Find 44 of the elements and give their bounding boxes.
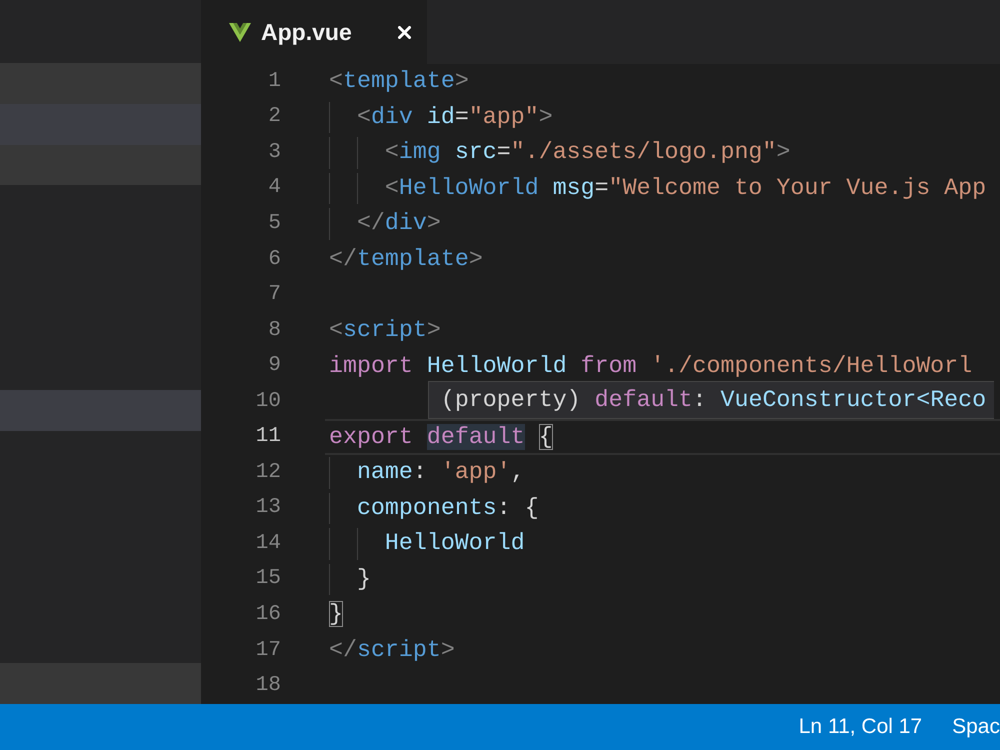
code-line: </div> [356, 209, 441, 238]
sidebar-row[interactable] [0, 144, 201, 186]
line-number: 12 [256, 460, 281, 486]
line-number: 16 [256, 602, 281, 628]
line-number: 15 [256, 566, 281, 592]
code-line: components: { [356, 494, 539, 523]
sidebar-row[interactable] [0, 663, 201, 704]
line-number: 17 [256, 638, 281, 664]
code-line: name: 'app', [356, 458, 525, 488]
close-icon[interactable] [398, 26, 411, 38]
cursor-position[interactable]: Ln 11, Col 17 [798, 711, 922, 743]
line-number: 18 [256, 673, 281, 700]
line-number: 1 [268, 68, 281, 95]
code-line: export default { [329, 422, 553, 452]
code-line: </script> [329, 636, 455, 666]
code-line: import HelloWorld from './components/HelloWorl [329, 352, 972, 381]
line-number: 13 [256, 495, 281, 522]
code-line: <script> [329, 316, 441, 346]
code-line: } [356, 564, 371, 594]
sidebar-row[interactable] [0, 390, 201, 432]
hover-tooltip: (property) default: VueConstructor<Reco [428, 381, 994, 420]
code-line: HelloWorld [384, 529, 525, 558]
line-number: 7 [268, 282, 281, 308]
line-number: 4 [268, 175, 281, 202]
line-number: 9 [268, 353, 281, 380]
editor-tab[interactable]: App.vue [201, 0, 427, 64]
code-line: <img src="./assets/logo.png"> [384, 138, 790, 168]
indentation-status[interactable]: Spac [952, 711, 1000, 743]
line-number: 3 [268, 140, 281, 166]
sidebar-row[interactable] [0, 104, 201, 145]
code-line: <template> [329, 67, 469, 96]
sidebar-row[interactable] [0, 63, 201, 104]
line-number: 2 [268, 104, 281, 130]
line-number: 8 [268, 318, 281, 344]
code-line: <HelloWorld msg="Welcome to Your Vue.js App [384, 174, 986, 203]
line-number: 10 [256, 388, 281, 415]
line-number: 5 [268, 210, 281, 237]
code-line: <div id="app"> [356, 102, 553, 132]
line-number: 6 [268, 246, 281, 272]
code-line: } [329, 600, 343, 630]
vue-file-icon [229, 22, 251, 42]
line-number: 14 [256, 530, 281, 557]
line-number: 11 [256, 424, 281, 450]
code-line: </template> [329, 245, 483, 274]
